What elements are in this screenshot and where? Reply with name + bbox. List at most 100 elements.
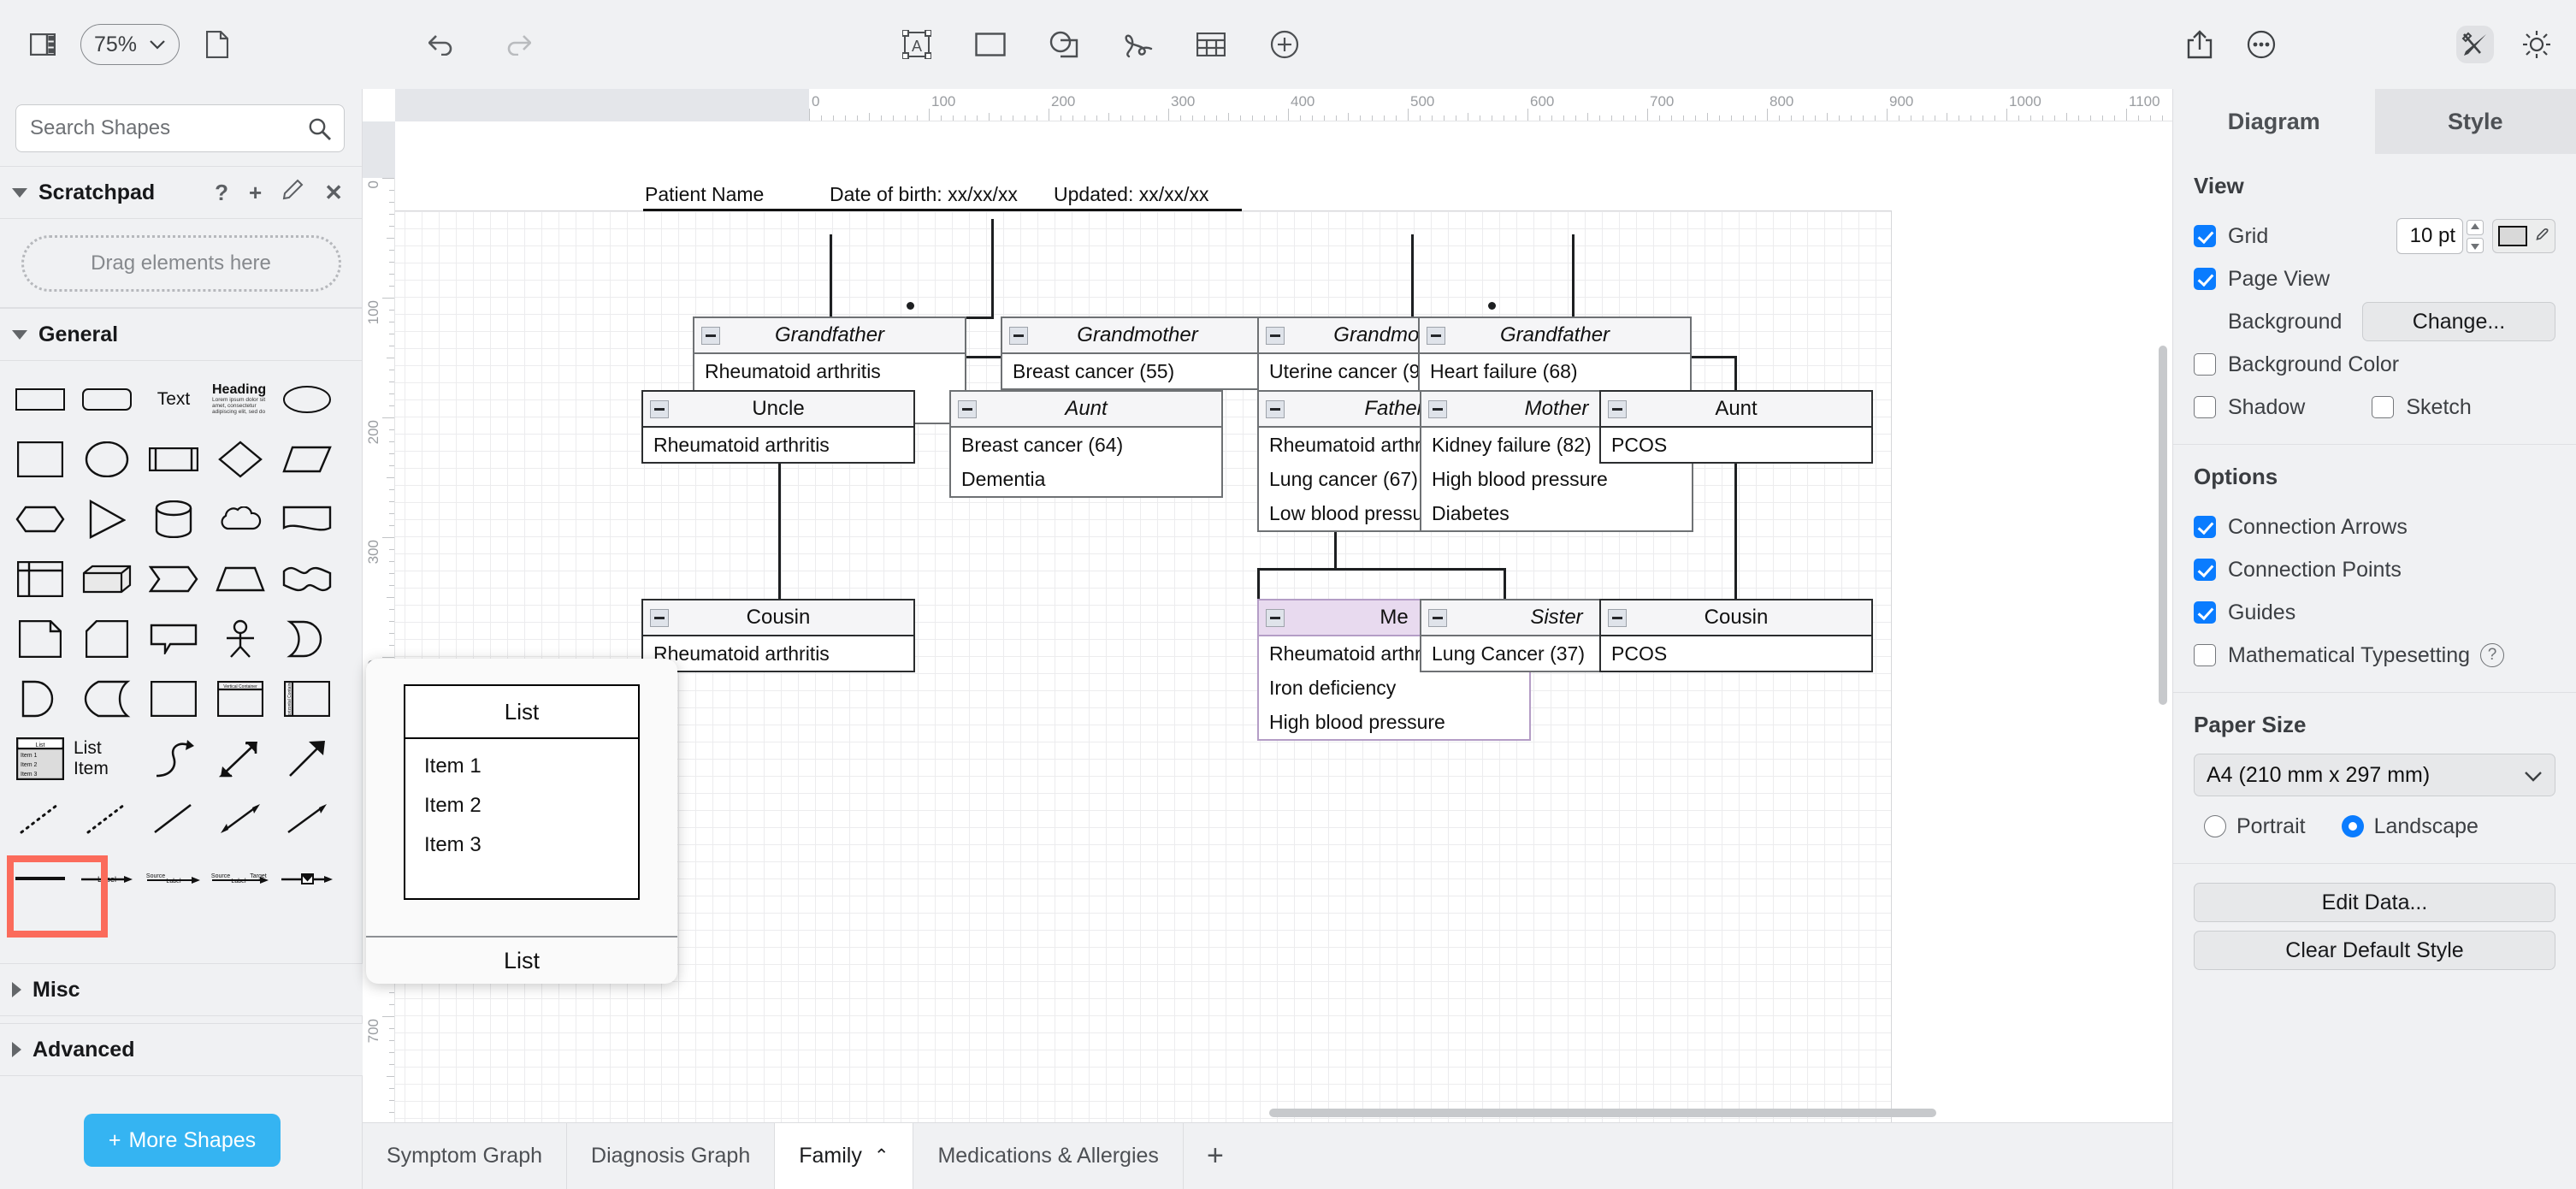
table-icon[interactable]	[1192, 26, 1230, 63]
text-box-icon[interactable]: A	[898, 26, 936, 63]
format-panel-icon[interactable]	[2456, 26, 2494, 63]
node-aunt-2[interactable]: Aunt PCOS	[1599, 390, 1873, 464]
more-options-icon[interactable]	[2242, 26, 2280, 63]
edge-plain[interactable]	[7, 849, 74, 908]
add-page-button[interactable]: +	[1184, 1123, 1247, 1189]
edge-source-target-label[interactable]: Source Label Target	[207, 849, 274, 908]
node-row[interactable]: Iron deficiency	[1259, 671, 1529, 705]
node-header[interactable]: Grandmother	[1002, 318, 1273, 354]
shape-delay[interactable]	[274, 609, 340, 669]
search-input[interactable]	[16, 116, 344, 140]
node-header[interactable]: Cousin	[1601, 600, 1871, 636]
horizontal-scrollbar[interactable]	[1269, 1109, 1936, 1117]
shape-step[interactable]	[140, 549, 207, 609]
section-advanced[interactable]: Advanced	[0, 1023, 363, 1076]
collapse-icon[interactable]	[1608, 609, 1627, 627]
shape-vertical-container[interactable]: Vertical Container	[207, 669, 274, 729]
section-misc[interactable]: Misc	[0, 963, 363, 1016]
background-color-checkbox[interactable]	[2194, 353, 2216, 376]
grid-size-input[interactable]: 10 pt	[2396, 218, 2463, 254]
clear-default-style-button[interactable]: Clear Default Style	[2194, 931, 2555, 970]
scratchpad-dropzone[interactable]: Drag elements here	[21, 234, 341, 292]
node-row[interactable]: Rheumatoid arthritis	[643, 636, 913, 671]
shadow-checkbox[interactable]	[2194, 396, 2216, 418]
node-row[interactable]: High blood pressure	[1259, 705, 1529, 739]
collapse-icon[interactable]	[1428, 609, 1447, 627]
shape-horizontal-container[interactable]: Horizontal Container	[274, 669, 340, 729]
tab-style[interactable]: Style	[2374, 89, 2576, 154]
node-row[interactable]: Rheumatoid arthritis	[643, 428, 913, 462]
shape-ellipse-wide[interactable]	[274, 370, 340, 429]
edge-message[interactable]	[274, 849, 340, 908]
shape-curved-arrow[interactable]	[140, 729, 207, 789]
scratchpad-close-icon[interactable]: ✕	[324, 180, 343, 206]
node-row[interactable]: Breast cancer (55)	[1002, 354, 1273, 388]
node-header[interactable]: Cousin	[643, 600, 913, 636]
shape-parallelogram[interactable]	[274, 429, 340, 489]
node-header[interactable]: Grandfather	[1420, 318, 1690, 354]
appearance-icon[interactable]	[2518, 26, 2555, 63]
shape-heading[interactable]: Heading Lorem ipsum dolor sit amet, cons…	[207, 370, 274, 429]
guides-checkbox[interactable]	[2194, 601, 2216, 624]
edit-data-button[interactable]: Edit Data...	[2194, 883, 2555, 922]
edge-source-label[interactable]: Source Label	[140, 849, 207, 908]
undo-icon[interactable]	[424, 26, 462, 63]
node-grandmother-1[interactable]: Grandmother Breast cancer (55)	[1001, 316, 1274, 390]
tab-diagnosis-graph[interactable]: Diagnosis Graph	[567, 1123, 776, 1189]
shape-rectangle-wide[interactable]	[7, 370, 74, 429]
shape-tape[interactable]	[274, 549, 340, 609]
node-row[interactable]: High blood pressure	[1421, 462, 1692, 496]
tab-medications-allergies[interactable]: Medications & Allergies	[913, 1123, 1184, 1189]
shape-card[interactable]	[74, 609, 140, 669]
chevron-up-icon[interactable]: ⌃	[874, 1145, 889, 1167]
panel-toggle-icon[interactable]	[24, 26, 62, 63]
shape-container[interactable]	[140, 669, 207, 729]
section-general[interactable]: General	[0, 308, 362, 361]
shape-callout[interactable]	[140, 609, 207, 669]
shape-single-arrow[interactable]	[274, 789, 340, 849]
shape-diamond[interactable]	[207, 429, 274, 489]
node-aunt-1[interactable]: Aunt Breast cancer (64) Dementia	[949, 390, 1223, 498]
scratchpad-edit-icon[interactable]	[282, 179, 304, 206]
shape-document[interactable]	[274, 489, 340, 549]
vertical-scrollbar[interactable]	[2159, 346, 2167, 705]
shape-cylinder[interactable]	[140, 489, 207, 549]
scratchpad-add-icon[interactable]: +	[249, 180, 262, 206]
shape-rounded-rectangle[interactable]	[74, 370, 140, 429]
collapse-icon[interactable]	[1009, 327, 1028, 345]
shape-triangle[interactable]	[74, 489, 140, 549]
rectangle-icon[interactable]	[972, 26, 1009, 63]
collapse-icon[interactable]	[958, 400, 977, 418]
section-scratchpad[interactable]: Scratchpad ? + ✕	[0, 166, 362, 219]
collapse-icon[interactable]	[1266, 400, 1285, 418]
portrait-radio[interactable]	[2204, 815, 2226, 837]
landscape-radio[interactable]	[2341, 815, 2364, 837]
node-uncle[interactable]: Uncle Rheumatoid arthritis	[641, 390, 915, 464]
tab-diagram[interactable]: Diagram	[2173, 89, 2375, 154]
connection-arrows-checkbox[interactable]	[2194, 516, 2216, 538]
shape-process[interactable]	[140, 429, 207, 489]
tab-family[interactable]: Family ⌃	[775, 1123, 914, 1189]
page-view-checkbox[interactable]	[2194, 268, 2216, 290]
node-header[interactable]: Aunt	[1601, 392, 1871, 428]
shapes-icon[interactable]	[1045, 26, 1083, 63]
shape-arrow-outline[interactable]	[274, 729, 340, 789]
shape-hexagon[interactable]	[7, 489, 74, 549]
search-shapes-box[interactable]	[15, 104, 345, 152]
shape-dotted-line-2[interactable]	[74, 789, 140, 849]
node-row[interactable]: PCOS	[1601, 428, 1871, 462]
collapse-icon[interactable]	[650, 609, 669, 627]
collapse-icon[interactable]	[1608, 400, 1627, 418]
sketch-checkbox[interactable]	[2372, 396, 2395, 418]
shape-list[interactable]: List Item 1 Item 2 Item 3	[7, 729, 74, 789]
collapse-icon[interactable]	[1266, 609, 1285, 627]
collapse-icon[interactable]	[1427, 327, 1445, 345]
grid-checkbox[interactable]	[2194, 225, 2216, 247]
math-typesetting-checkbox[interactable]	[2194, 644, 2216, 666]
paper-size-select[interactable]: A4 (210 mm x 297 mm)	[2194, 754, 2555, 796]
shape-square[interactable]	[7, 429, 74, 489]
redo-icon[interactable]	[498, 26, 535, 63]
node-row[interactable]: Rheumatoid arthritis	[694, 354, 965, 388]
node-header[interactable]: Grandfather	[694, 318, 965, 354]
tab-symptom-graph[interactable]: Symptom Graph	[363, 1123, 568, 1189]
